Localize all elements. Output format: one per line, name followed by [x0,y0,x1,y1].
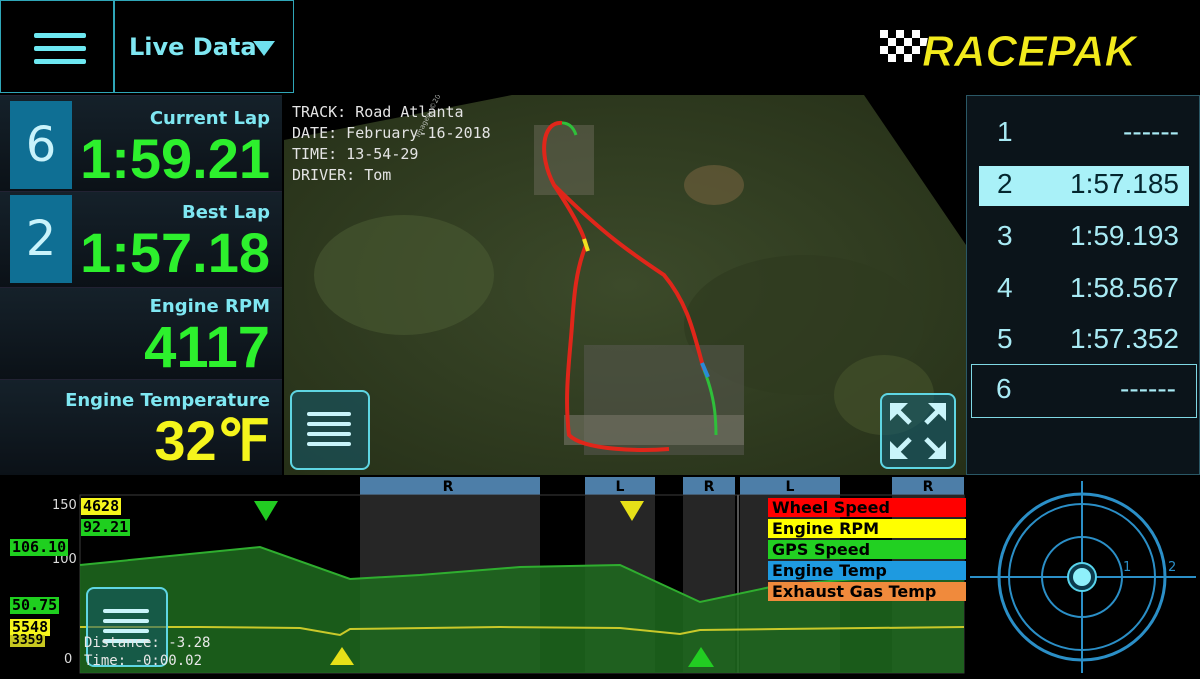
lap-row-2-selected[interactable]: 2 1:57.185 [979,166,1189,206]
racepak-logo: RACEPAK [880,24,1170,77]
track-map[interactable]: TRACK: Road Atlanta DATE: February-16-20… [284,95,966,475]
turn-label: L [786,479,795,495]
turn-label: L [616,479,625,495]
engine-temp-value: 32℉ [154,409,270,472]
map-driver-label: DRIVER: Tom [292,166,392,184]
main-menu-button[interactable] [0,0,114,93]
best-lap-number: 2 [10,195,72,283]
g-force-dot [1073,568,1091,586]
best-lap-panel: 2 Best Lap 1:57.18 [0,191,282,287]
expand-icon [890,403,946,459]
lap-number: 6 [996,373,1012,404]
cursor-time: Time: -0:00.02 [84,653,203,669]
view-dropdown-label: Live Data [129,33,257,61]
lap-number: 5 [997,323,1013,354]
lap-number: 4 [997,272,1013,303]
current-lap-time: 1:59.21 [80,127,270,190]
lap-list: 1 ------ 2 1:57.185 3 1:59.193 4 1:58.56… [966,95,1200,475]
chevron-down-icon [253,41,275,56]
lap-number: 3 [997,220,1013,251]
legend-engine-rpm[interactable]: Engine RPM [768,519,966,538]
menu-icon [34,33,86,38]
best-lap-time: 1:57.18 [80,221,270,284]
lap-row-6-current[interactable]: 6 ------ [971,364,1197,418]
lap-time: 1:59.193 [1070,220,1179,251]
lap-time: 1:58.567 [1070,272,1179,303]
lap-row-3[interactable]: 3 1:59.193 [973,218,1189,258]
map-menu-button[interactable] [290,390,370,470]
map-time-label: TIME: 13-54-29 [292,145,419,163]
speed-top-badge: 92.21 [81,518,131,536]
ring-label: 2 [1168,560,1176,575]
lap-number: 1 [997,116,1013,147]
y-tick: 0 [64,652,72,667]
lap-number: 2 [997,168,1013,199]
lap-time: 1:57.352 [1070,323,1179,354]
lap-row-4[interactable]: 4 1:58.567 [973,270,1189,310]
brand-text: RACEPAK [922,27,1140,74]
view-dropdown[interactable]: Live Data [114,0,294,93]
gps-mid-badge: 50.75 [10,596,60,614]
y-tick: 150 [52,498,77,513]
rpm-low-badge: 3359 [10,633,46,648]
legend-exhaust-gas-temp[interactable]: Exhaust Gas Temp [768,582,966,601]
current-lap-number: 6 [10,101,72,189]
turn-label: R [923,479,934,495]
map-date-label: DATE: February-16-2018 [292,124,491,142]
ring-label: 1 [1123,560,1131,575]
legend-gps-speed[interactable]: GPS Speed [768,540,966,559]
turn-label: R [443,479,454,495]
g-force-radar: 1 2 [966,477,1200,675]
lap-row-5[interactable]: 5 1:57.352 [973,321,1189,361]
fullscreen-button[interactable] [880,393,956,469]
legend-engine-temp[interactable]: Engine Temp [768,561,966,580]
rpm-top-badge: 4628 [81,497,122,515]
lap-time: ------ [1123,116,1179,147]
data-chart[interactable]: R L R L R 150 100 0 4628 92.21 106.10 50… [0,477,966,675]
engine-temp-panel: Engine Temperature 32℉ [0,379,282,475]
current-lap-panel: 6 Current Lap 1:59.21 [0,95,282,191]
lap-time: 1:57.185 [1070,168,1179,199]
gps-left-badge: 106.10 [10,538,69,556]
list-icon [307,412,351,416]
engine-rpm-value: 4117 [144,315,270,380]
lap-time: ------ [1120,373,1176,404]
lap-row-1[interactable]: 1 ------ [973,114,1189,154]
list-icon [103,609,149,613]
engine-rpm-panel: Engine RPM 4117 [0,287,282,380]
cursor-distance: Distance: -3.28 [84,635,211,651]
legend-wheel-speed[interactable]: Wheel Speed [768,498,966,517]
turn-label: R [704,479,715,495]
